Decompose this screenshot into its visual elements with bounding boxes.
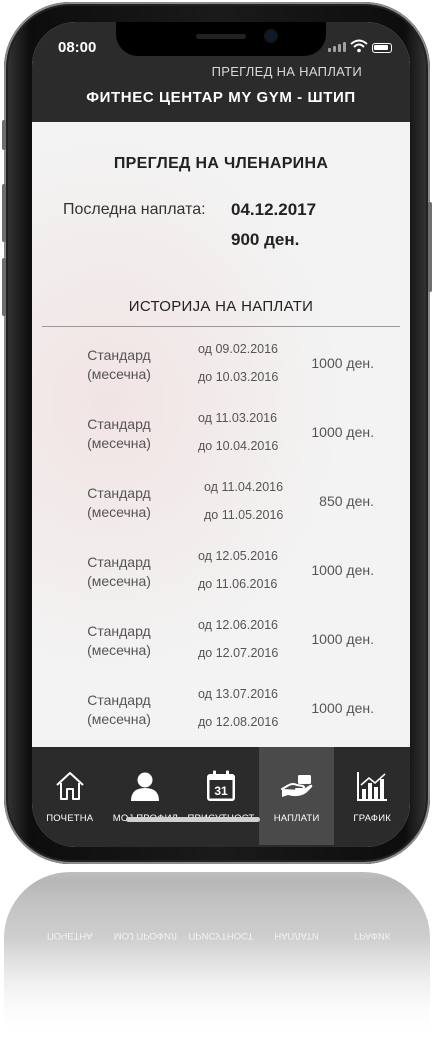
phone-screen: 08:00 ПРЕГЛЕД НА НАПЛАТИ ФИТНЕС ЦЕНТАР M… (32, 22, 410, 847)
last-payment-amount: 900 ден. (231, 230, 300, 249)
last-payment-date: 04.12.2017 (231, 200, 317, 219)
period-from: од 12.05.2016 (198, 549, 279, 563)
membership-title: ПРЕГЛЕД НА ЧЛЕНАРИНА (113, 155, 329, 172)
plan-name: Стандард (месечна) (87, 623, 151, 658)
tab-attendance[interactable]: 31 ПРИСУТНОСТ (183, 747, 259, 845)
period-to: до 12.08.2016 (198, 715, 279, 729)
signal-icon (328, 42, 346, 52)
tab-payments-label: НАПЛАТИ (273, 813, 320, 824)
payment-amount: 1000 ден. (311, 424, 374, 440)
plan-name: Стандард (месечна) (87, 347, 151, 382)
plan-name: Стандард (месечна) (87, 416, 151, 451)
plan-name: Стандард (месечна) (87, 485, 151, 520)
reflection-fade (4, 872, 430, 1038)
period-from: од 13.07.2016 (198, 687, 279, 701)
page-subtitle: ПРЕГЛЕД НА НАПЛАТИ (211, 64, 362, 79)
phone-frame: 08:00 ПРЕГЛЕД НА НАПЛАТИ ФИТНЕС ЦЕНТАР M… (2, 2, 432, 864)
front-camera (266, 31, 276, 41)
battery-icon (372, 43, 392, 53)
period-from: од 11.03.2016 (198, 411, 278, 425)
volume-up-button (2, 184, 6, 242)
app-header: ПРЕГЛЕД НА НАПЛАТИ ФИТНЕС ЦЕНТАР MY GYM … (32, 64, 410, 122)
period-from: од 12.06.2016 (198, 618, 279, 632)
user-icon (131, 772, 160, 801)
history-row: Стандард (месечна) од 12.05.2016 до 11.06… (32, 547, 410, 616)
plan-name: Стандард (месечна) (87, 692, 151, 727)
history-divider (42, 326, 400, 327)
bottom-nav: ПОЧЕТНА МОЈ ПРОФИЛ 31 ПРИСУТНОСТ (32, 747, 410, 847)
speaker-grille (196, 34, 246, 39)
payment-amount: 850 ден. (319, 493, 374, 509)
history-list: Стандард (месечна) од 09.02.2016 до 10.03… (32, 340, 410, 747)
payment-amount: 1000 ден. (311, 355, 374, 371)
period-to: до 11.06.2016 (198, 577, 278, 591)
tab-chart[interactable]: ГРАФИК (334, 747, 410, 845)
volume-down-button (2, 258, 6, 316)
history-row: Стандард (месечна) од 13.07.2016 до 12.08… (32, 685, 410, 747)
payment-amount: 1000 ден. (311, 631, 374, 647)
payment-hand-icon (280, 775, 312, 797)
home-icon (56, 772, 84, 800)
tab-payments[interactable]: НАПЛАТИ (258, 747, 335, 845)
tab-home-label: ПОЧЕТНА (46, 813, 94, 824)
period-from: од 09.02.2016 (198, 342, 279, 356)
period-to: до 10.04.2016 (198, 439, 279, 453)
status-bar: 08:00 (32, 22, 410, 70)
payments-content[interactable]: ПРЕГЛЕД НА ЧЛЕНАРИНА Последна наплата: 0… (32, 122, 410, 747)
period-from: од 11.04.2016 (204, 480, 284, 494)
history-row: Стандард (месечна) од 11.04.2016 до 11.05… (32, 478, 410, 547)
tab-home[interactable]: ПОЧЕТНА (32, 747, 108, 845)
calendar-day: 31 (214, 784, 228, 798)
notch (116, 22, 326, 56)
phone-reflection: ПОЧЕТНА МОЈ ПРОФИЛ ПРИСУТНОСТ НАПЛАТИ ГР… (4, 872, 430, 1038)
calendar-icon: 31 (206, 770, 235, 801)
period-to: до 10.03.2016 (198, 370, 279, 384)
status-time: 08:00 (58, 39, 97, 56)
history-row: Стандард (месечна) од 12.06.2016 до 12.07… (32, 616, 410, 685)
wifi-icon (350, 39, 368, 53)
history-row: Стандард (месечна) од 11.03.2016 до 10.04… (32, 409, 410, 478)
plan-name: Стандард (месечна) (87, 554, 151, 589)
history-title: ИСТОРИЈА НА НАПЛАТИ (128, 298, 314, 315)
tab-profile[interactable]: МОЈ ПРОФИЛ (108, 747, 184, 845)
period-to: до 11.05.2016 (204, 508, 284, 522)
page-title: ФИТНЕС ЦЕНТАР MY GYM - ШТИП (86, 89, 356, 106)
chart-icon (357, 772, 388, 801)
tab-chart-label: ГРАФИК (353, 813, 391, 824)
home-indicator (126, 817, 260, 822)
mute-switch (2, 120, 6, 150)
period-to: до 12.07.2016 (198, 646, 279, 660)
history-row: Стандард (месечна) од 09.02.2016 до 10.03… (32, 340, 410, 409)
payment-amount: 1000 ден. (311, 562, 374, 578)
last-payment-label: Последна наплата: (63, 201, 206, 218)
payment-amount: 1000 ден. (311, 700, 374, 716)
power-button (428, 202, 432, 292)
